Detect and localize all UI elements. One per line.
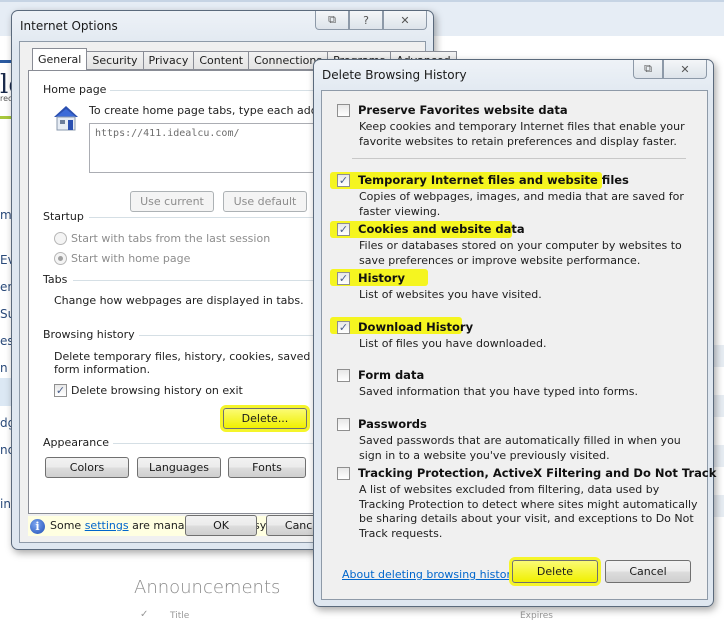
delete-browsing-history-button[interactable]: Delete...	[223, 408, 307, 429]
option-title: Preserve Favorites website data	[358, 103, 568, 117]
column-header-check: ✓	[140, 609, 149, 620]
appearance-group-label: Appearance	[43, 436, 114, 449]
option-preserve-favorites: Preserve Favorites website data Keep coo…	[337, 103, 697, 153]
column-header-expires: Expires	[520, 611, 553, 621]
home-page-instruction: To create home page tabs, type each addr…	[89, 104, 341, 117]
dialog-title: Delete Browsing History	[322, 68, 467, 82]
option-title: Passwords	[358, 417, 427, 431]
form-data-checkbox[interactable]	[337, 369, 350, 382]
dialog-title: Internet Options	[20, 19, 118, 33]
about-deleting-link[interactable]: About deleting browsing history	[342, 568, 517, 581]
tab-general[interactable]: General	[32, 48, 88, 71]
cookies-checkbox[interactable]: ✓	[337, 223, 350, 236]
tabs-group-label: Tabs	[43, 273, 72, 286]
option-description: Files or databases stored on your comput…	[359, 239, 682, 267]
fonts-button[interactable]: Fonts	[228, 457, 306, 478]
info-icon: i	[30, 519, 45, 534]
option-description: Saved information that you have typed in…	[359, 385, 638, 398]
context-menu-button[interactable]: ⧉	[315, 11, 349, 30]
startup-home-page-label: Start with home page	[71, 252, 191, 265]
browsing-history-group-label: Browsing history	[43, 328, 139, 341]
nav-item[interactable]: m	[0, 208, 12, 222]
temporary-files-checkbox[interactable]: ✓	[337, 174, 350, 187]
delete-on-exit-checkbox[interactable]: ✓	[54, 384, 67, 397]
tabs-description: Change how webpages are displayed in tab…	[54, 294, 304, 307]
cancel-button[interactable]: Cancel	[605, 560, 691, 583]
option-cookies: ✓ Cookies and website data Files or data…	[337, 222, 697, 268]
close-icon: ✕	[680, 62, 690, 76]
option-description: A list of websites excluded from filteri…	[359, 483, 698, 540]
option-download-history: ✓ Download History List of files you hav…	[337, 320, 697, 354]
startup-group-label: Startup	[43, 210, 88, 223]
caption-buttons: ⧉ ✕	[633, 60, 707, 79]
option-title: Form data	[358, 368, 425, 382]
tab-security[interactable]: Security	[87, 51, 144, 70]
option-title: Cookies and website data	[358, 222, 525, 236]
history-checkbox[interactable]: ✓	[337, 272, 350, 285]
preserve-favorites-checkbox[interactable]	[337, 104, 350, 117]
delete-button[interactable]: Delete	[512, 560, 598, 583]
option-description: Keep cookies and temporary Internet file…	[359, 120, 685, 148]
context-menu-button[interactable]: ⧉	[633, 60, 663, 79]
close-button[interactable]: ✕	[383, 11, 427, 30]
caption-buttons: ⧉ ? ✕	[315, 11, 427, 30]
tab-privacy[interactable]: Privacy	[143, 51, 195, 70]
colors-button[interactable]: Colors	[45, 457, 129, 478]
passwords-checkbox[interactable]	[337, 418, 350, 431]
startup-home-page-radio[interactable]	[54, 252, 67, 265]
tracking-protection-checkbox[interactable]	[337, 467, 350, 480]
option-temporary-internet-files: ✓ Temporary Internet files and website f…	[337, 173, 697, 219]
option-title: Tracking Protection, ActiveX Filtering a…	[358, 466, 717, 480]
use-current-button[interactable]: Use current	[130, 191, 214, 212]
option-tracking-protection: Tracking Protection, ActiveX Filtering a…	[337, 466, 716, 540]
option-description: Copies of webpages, images, and media th…	[359, 190, 684, 218]
dialog-body: Preserve Favorites website data Keep coo…	[321, 90, 716, 600]
startup-last-session-label: Start with tabs from the last session	[71, 232, 271, 245]
announcements-heading: Announcements	[134, 577, 281, 598]
window-menu-icon: ⧉	[644, 62, 652, 75]
home-page-group-label: Home page	[43, 83, 111, 96]
help-icon: ?	[363, 13, 369, 27]
download-history-checkbox[interactable]: ✓	[337, 321, 350, 334]
settings-link[interactable]: settings	[85, 519, 129, 532]
option-title: Download History	[358, 320, 474, 334]
option-form-data: Form data Saved information that you hav…	[337, 368, 697, 402]
option-history: ✓ History List of websites you have visi…	[337, 271, 697, 305]
option-description: List of websites you have visited.	[359, 288, 542, 301]
column-header-title: Title	[170, 611, 190, 621]
home-icon	[54, 106, 78, 131]
help-button[interactable]: ?	[349, 11, 383, 30]
tab-content[interactable]: Content	[194, 51, 250, 70]
infobar-prefix: Some	[50, 519, 85, 532]
nav-item[interactable]: in	[0, 497, 11, 511]
window-menu-icon: ⧉	[328, 13, 336, 26]
delete-on-exit-label: Delete browsing history on exit	[71, 384, 243, 397]
delete-browsing-history-dialog: Delete Browsing History ⧉ ✕ Preserve Fav…	[313, 59, 716, 607]
ok-button[interactable]: OK	[185, 515, 257, 536]
languages-button[interactable]: Languages	[137, 457, 221, 478]
close-icon: ✕	[400, 13, 410, 27]
use-default-button[interactable]: Use default	[223, 191, 307, 212]
option-description: List of files you have downloaded.	[359, 337, 547, 350]
option-description: Saved passwords that are automatically f…	[359, 434, 681, 462]
browsing-history-description-line1: Delete temporary files, history, cookies…	[54, 350, 355, 363]
browsing-history-description-line2: form information.	[54, 363, 151, 376]
separator	[352, 158, 686, 159]
option-title: Temporary Internet files and website fil…	[358, 173, 629, 187]
startup-last-session-radio[interactable]	[54, 232, 67, 245]
close-button[interactable]: ✕	[663, 60, 707, 79]
option-passwords: Passwords Saved passwords that are autom…	[337, 417, 697, 463]
option-title: History	[358, 271, 405, 285]
